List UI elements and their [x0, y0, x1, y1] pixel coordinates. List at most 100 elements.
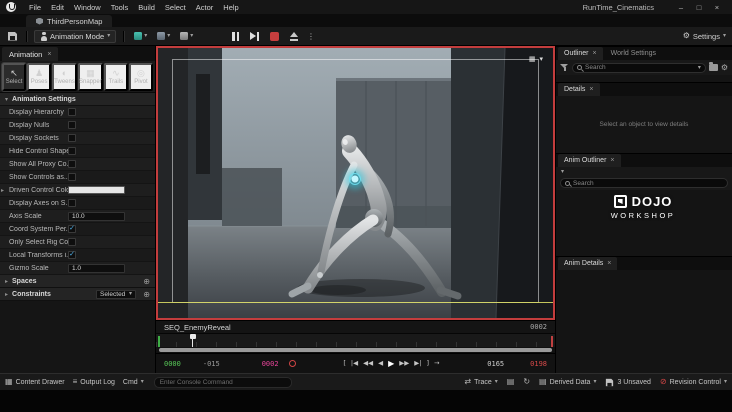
- playback-start-marker[interactable]: [158, 336, 160, 347]
- content-drawer-button[interactable]: ▦ Content Drawer: [5, 378, 65, 386]
- sequencer-timeline[interactable]: [156, 333, 555, 347]
- set-start-bracket-button[interactable]: [: [343, 360, 346, 367]
- play-button[interactable]: ▶: [388, 359, 394, 368]
- menu-item-select[interactable]: Select: [160, 3, 191, 12]
- tab-animation[interactable]: Animation ×: [2, 47, 59, 61]
- cmd-dropdown[interactable]: Cmd ▾: [123, 379, 144, 386]
- tool-trails[interactable]: ∿ Trails: [103, 62, 128, 91]
- tab-outliner[interactable]: Outliner ×: [558, 47, 603, 60]
- checkbox[interactable]: [68, 173, 76, 181]
- unsaved-button[interactable]: 3 Unsaved: [605, 378, 651, 387]
- range-slider[interactable]: [159, 348, 552, 352]
- checkbox[interactable]: [68, 121, 76, 129]
- refresh-icon[interactable]: ↻: [523, 378, 530, 386]
- color-swatch[interactable]: [68, 186, 125, 194]
- constraints-filter-dropdown[interactable]: Selected ▾: [96, 289, 136, 299]
- cinematics-dropdown[interactable]: ▾: [177, 30, 196, 43]
- menu-item-file[interactable]: File: [24, 3, 46, 12]
- editor-mode-dropdown[interactable]: Animation Mode ▾: [34, 29, 117, 43]
- chevron-down-icon[interactable]: ▾: [539, 55, 543, 63]
- playhead[interactable]: [189, 334, 196, 347]
- viewport-maximize-icon[interactable]: ▦: [529, 55, 536, 63]
- menu-item-build[interactable]: Build: [133, 3, 160, 12]
- checkbox[interactable]: [68, 134, 76, 142]
- tab-anim-details[interactable]: Anim Details ×: [558, 257, 618, 270]
- frame-skip-button[interactable]: [248, 30, 261, 43]
- menu-item-help[interactable]: Help: [218, 3, 243, 12]
- jump-to-end-button[interactable]: ▶|: [414, 360, 421, 367]
- close-icon[interactable]: ×: [607, 260, 611, 267]
- eject-button[interactable]: [288, 30, 300, 43]
- chevron-down-icon[interactable]: ▾: [561, 169, 564, 175]
- add-folder-icon[interactable]: [708, 62, 718, 71]
- stop-button[interactable]: [268, 30, 281, 43]
- more-options-icon[interactable]: ⋮: [307, 32, 315, 41]
- minimize-button[interactable]: –: [672, 3, 690, 12]
- tool-tweens[interactable]: ◐ Tweens: [52, 62, 77, 91]
- next-key-button[interactable]: ▶▶: [399, 360, 409, 367]
- chevron-right-icon[interactable]: ▸: [1, 187, 4, 194]
- add-space-icon[interactable]: ⊕: [143, 277, 150, 286]
- blueprints-dropdown[interactable]: ▾: [154, 30, 173, 43]
- level-viewport[interactable]: ▦ ▾: [156, 46, 555, 320]
- section-spaces[interactable]: ▸ Spaces ⊕: [0, 275, 155, 288]
- loop-mode-button[interactable]: →: [434, 360, 439, 367]
- unreal-logo-icon[interactable]: [6, 2, 16, 12]
- grid-icon[interactable]: ▤: [507, 378, 515, 386]
- gizmo-scale-input[interactable]: 1.0: [68, 263, 125, 273]
- tool-snapper[interactable]: ▦ Snapper: [77, 62, 103, 91]
- output-log-button[interactable]: ≡ Output Log: [73, 378, 115, 386]
- set-end-bracket-button[interactable]: ]: [426, 360, 429, 367]
- tab-level-thirdpersonmap[interactable]: ThirdPersonMap: [26, 15, 113, 27]
- filter-icon[interactable]: [560, 63, 569, 72]
- add-constraint-icon[interactable]: ⊕: [143, 290, 150, 299]
- checkbox[interactable]: [68, 238, 76, 246]
- record-icon[interactable]: [288, 360, 296, 367]
- jump-to-start-button[interactable]: |◀: [351, 360, 358, 367]
- checkbox[interactable]: ✓: [68, 251, 76, 259]
- close-icon[interactable]: ×: [593, 50, 597, 57]
- playback-end-marker[interactable]: [551, 336, 553, 347]
- menu-item-edit[interactable]: Edit: [46, 3, 69, 12]
- checkbox[interactable]: ✓: [68, 225, 76, 233]
- checkbox[interactable]: [68, 160, 76, 168]
- settings-dropdown[interactable]: ⚙ Settings ▾: [683, 32, 726, 41]
- checkbox[interactable]: [68, 147, 76, 155]
- search-field[interactable]: [573, 179, 723, 187]
- trace-dropdown[interactable]: ⇄ Trace ▾: [464, 378, 497, 386]
- anim-outliner-search-input[interactable]: [560, 178, 728, 188]
- close-icon[interactable]: ×: [47, 51, 51, 58]
- derived-data-dropdown[interactable]: ▤ Derived Data ▾: [539, 378, 596, 386]
- previous-key-button[interactable]: ◀◀: [363, 360, 373, 367]
- chevron-down-icon[interactable]: ▾: [698, 65, 701, 71]
- menu-item-actor[interactable]: Actor: [191, 3, 219, 12]
- close-button[interactable]: ×: [708, 3, 726, 12]
- tab-details[interactable]: Details ×: [558, 83, 600, 96]
- menu-item-window[interactable]: Window: [69, 3, 106, 12]
- close-icon[interactable]: ×: [589, 86, 593, 93]
- section-animation-settings[interactable]: ▾ Animation Settings: [0, 93, 155, 106]
- console-input[interactable]: [153, 376, 292, 388]
- revision-control-dropdown[interactable]: ⊘ Revision Control ▾: [660, 378, 727, 386]
- outliner-search-input[interactable]: ▾: [572, 62, 706, 73]
- tab-world-settings[interactable]: World Settings: [605, 47, 662, 60]
- checkbox[interactable]: [68, 108, 76, 116]
- menu-item-tools[interactable]: Tools: [106, 3, 134, 12]
- section-constraints[interactable]: ▸ Constraints Selected ▾ ⊕: [0, 288, 155, 301]
- console-field[interactable]: [159, 378, 286, 386]
- sequence-name[interactable]: SEQ_EnemyReveal: [164, 323, 231, 332]
- maximize-button[interactable]: □: [690, 3, 708, 12]
- tool-select[interactable]: ↖ Select: [0, 61, 28, 92]
- outliner-settings-icon[interactable]: ⚙: [721, 63, 728, 72]
- tab-anim-outliner[interactable]: Anim Outliner ×: [558, 154, 621, 167]
- add-actor-dropdown[interactable]: ▾: [131, 30, 150, 43]
- step-back-button[interactable]: ◀: [378, 360, 383, 367]
- tool-poses[interactable]: ♟ Poses: [27, 62, 52, 91]
- save-button[interactable]: [6, 30, 19, 43]
- sequencer-range-track[interactable]: [156, 347, 555, 353]
- close-icon[interactable]: ×: [610, 157, 614, 164]
- checkbox[interactable]: [68, 199, 76, 207]
- axis-scale-input[interactable]: 10.0: [68, 211, 125, 221]
- pause-button[interactable]: [230, 30, 241, 43]
- search-field[interactable]: [585, 64, 695, 71]
